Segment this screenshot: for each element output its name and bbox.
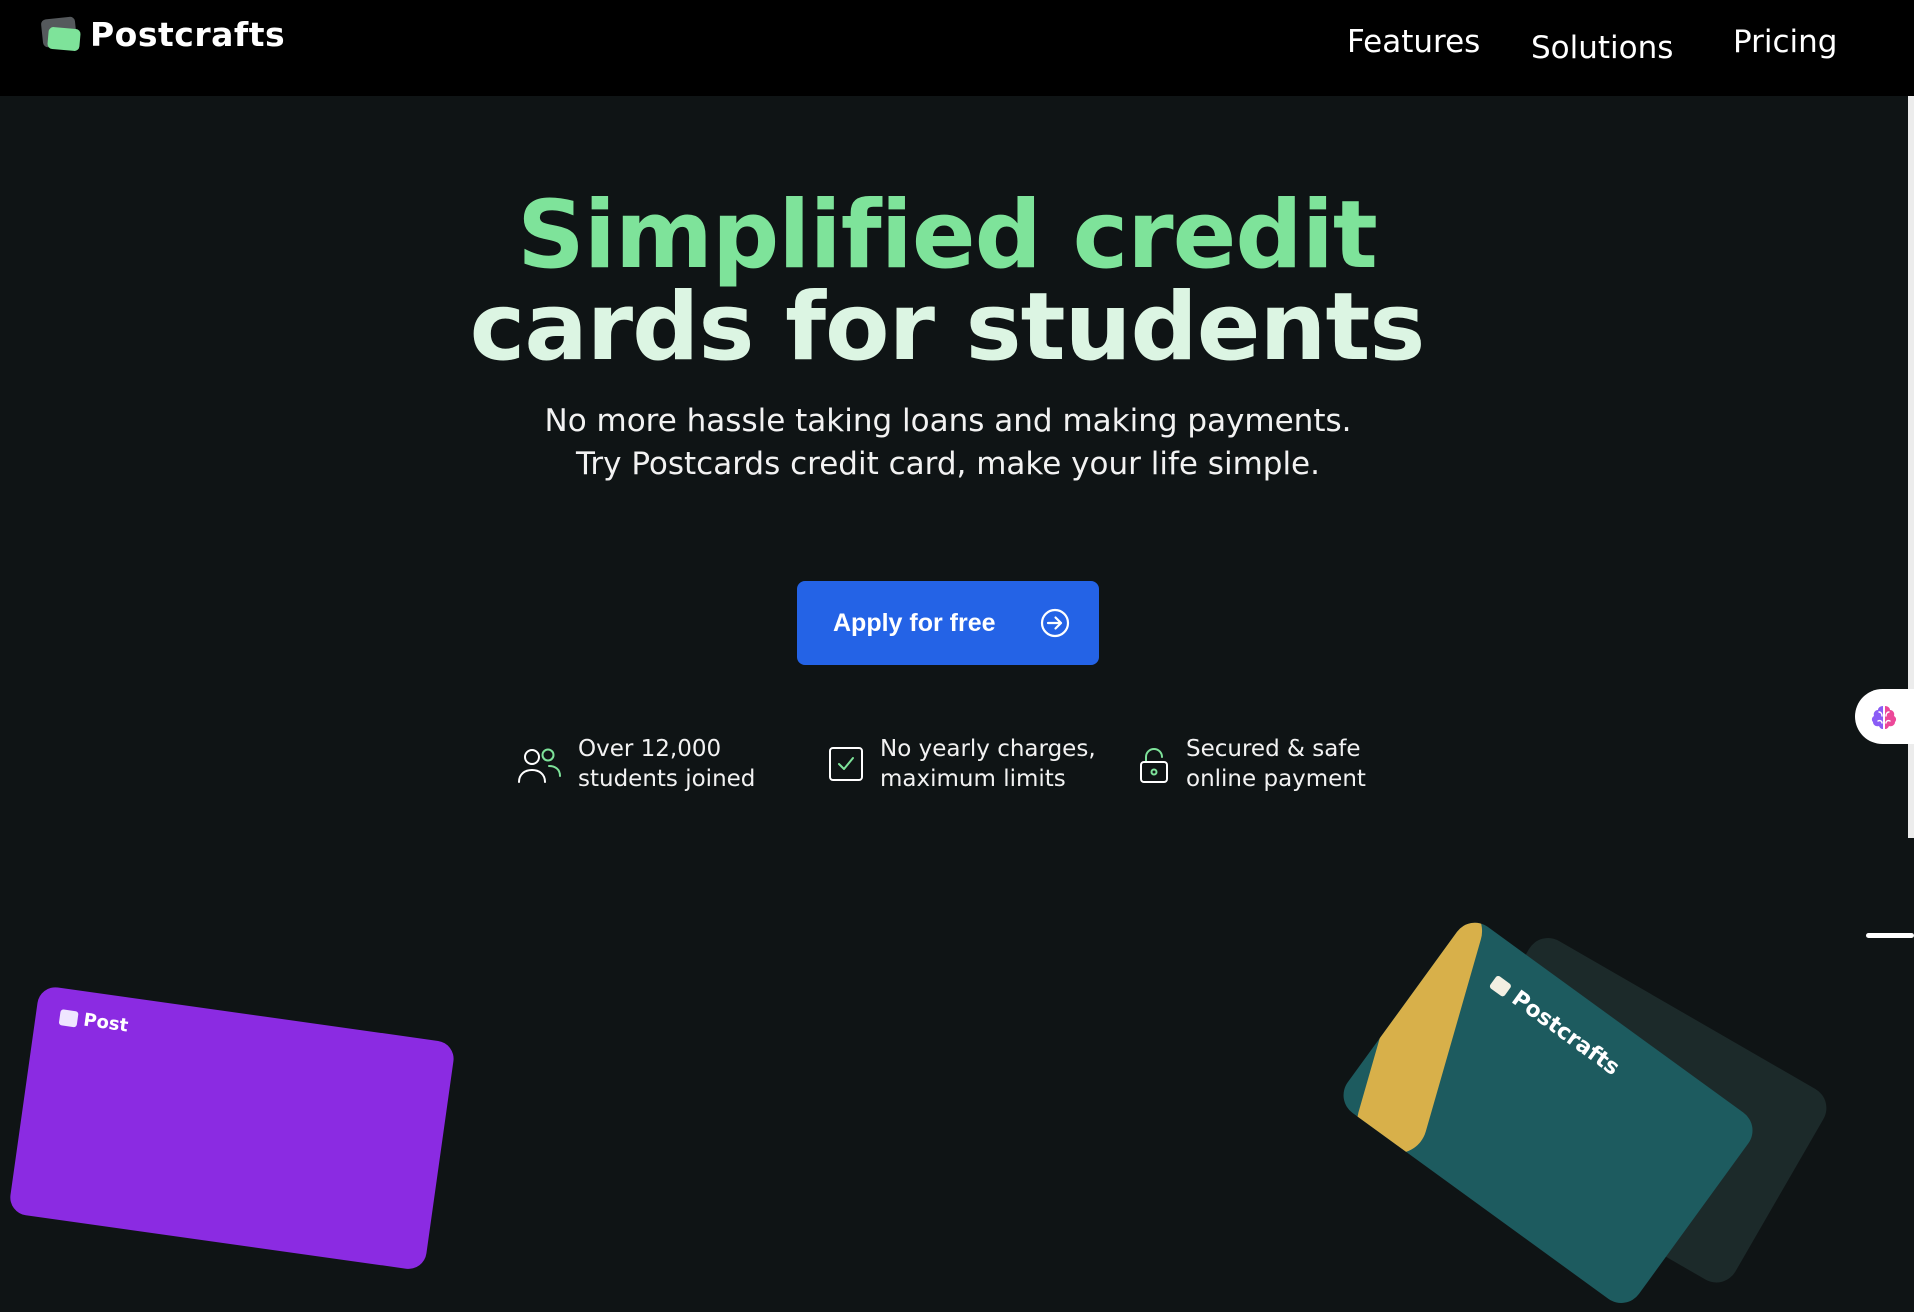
feature-secure-line2: online payment [1186, 766, 1366, 792]
logo-icon [40, 14, 82, 54]
feature-no-charges-line2: maximum limits [880, 766, 1066, 792]
hero-title-line2: cards for students [469, 273, 1426, 382]
credit-card-purple: Post [7, 985, 456, 1272]
nav-link-pricing[interactable]: Pricing [1733, 24, 1838, 60]
brain-icon [1871, 705, 1897, 729]
card-gold-stripe [1350, 914, 1490, 1161]
feature-secure-line1: Secured & safe [1186, 736, 1361, 762]
users-icon [518, 748, 561, 783]
top-navbar: Postcrafts Features Solutions Pricing [0, 0, 1914, 96]
nav-link-features[interactable]: Features [1347, 24, 1480, 60]
nav-link-solutions[interactable]: Solutions [1531, 30, 1673, 66]
feature-students: Over 12,000 students joined [516, 734, 755, 794]
feature-no-charges-line1: No yearly charges, [880, 736, 1096, 762]
checkbox-icon [829, 747, 863, 781]
card-brand-text: Post [82, 1009, 130, 1037]
hero-subtitle: No more hassle taking loans and making p… [544, 403, 1352, 482]
hero-title: Simplified credit cards for students [0, 181, 1894, 382]
hero-title-line1: Simplified credit [517, 181, 1378, 290]
floating-assistant-button[interactable] [1855, 689, 1914, 744]
card-logo-icon [1488, 974, 1513, 998]
arrow-right-circle-icon [1040, 608, 1070, 638]
side-handle [1866, 933, 1914, 938]
apply-button-label: Apply for free [833, 608, 996, 637]
lock-icon [1140, 748, 1168, 783]
feature-students-line1: Over 12,000 [578, 736, 722, 762]
feature-students-line2: students joined [578, 766, 756, 792]
card-logo-icon [58, 1008, 79, 1027]
brand-name: Postcrafts [90, 14, 286, 54]
brand-logo[interactable]: Postcrafts [40, 14, 286, 54]
apply-for-free-button[interactable]: Apply for free [797, 581, 1099, 665]
feature-secure-payment: Secured & safe online payment [1138, 734, 1366, 794]
feature-no-charges: No yearly charges, maximum limits [828, 734, 1096, 794]
